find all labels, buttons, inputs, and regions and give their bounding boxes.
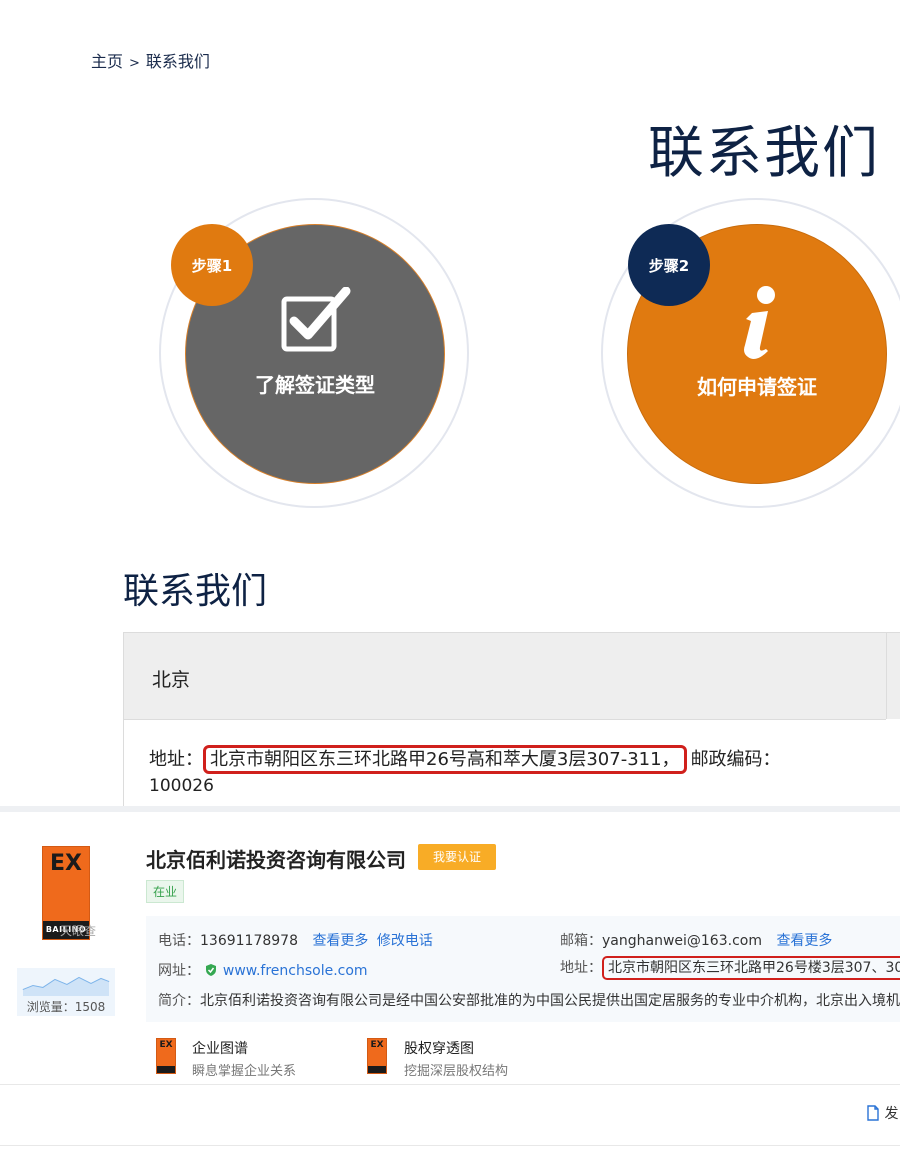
checkbox-icon	[281, 287, 351, 352]
enterprise-graph-icon: EX	[156, 1038, 176, 1074]
email-value: yanghanwei@163.com	[602, 933, 762, 949]
shield-check-icon	[206, 964, 217, 976]
company-address-label: 地址：	[560, 960, 602, 976]
phone-more-link[interactable]: 查看更多	[312, 933, 368, 949]
contact-section-title: 联系我们	[123, 571, 268, 612]
phone-edit-link[interactable]: 修改电话	[377, 933, 433, 949]
phone-value: 13691178978	[200, 933, 298, 949]
breadcrumb-separator: >	[129, 56, 140, 71]
company-info-panel: 电话：13691178978 查看更多 修改电话 邮箱：yanghanwei@1…	[146, 916, 900, 1022]
step-1-label: 了解签证类型	[255, 373, 375, 397]
enterprise-graph-subtitle: 瞬息掌握企业关系	[192, 1064, 297, 1079]
step-1-badge: 步骤1	[171, 224, 253, 306]
intro-row: 简介：北京佰利诺投资咨询有限公司是经中国公安部批准的为中国公民提供出国定居服务的…	[158, 990, 900, 1010]
city-name: 北京	[152, 669, 191, 691]
address-row: 地址： 北京市朝阳区东三环北路甲26号楼3层307、308	[560, 956, 900, 980]
views-sparkline	[22, 976, 110, 996]
equity-chart-icon: EX	[367, 1038, 387, 1074]
website-link[interactable]: www.frenchsole.com	[223, 963, 368, 979]
document-icon	[867, 1105, 879, 1121]
card-action-bar: 发	[0, 1084, 900, 1146]
address-highlight: 北京市朝阳区东三环北路甲26号高和萃大厦3层307-311，	[203, 745, 687, 774]
breadcrumb-home-link[interactable]: 主页	[91, 52, 123, 71]
page-title: 联系我们	[648, 121, 880, 186]
logo-text: EX	[50, 851, 82, 876]
company-name: 北京佰利诺投资咨询有限公司	[146, 848, 406, 872]
website-row: 网址： www.frenchsole.com	[158, 960, 368, 980]
contact-table-header-cell	[886, 633, 900, 719]
address-line: 地址： 北京市朝阳区东三环北路甲26号高和萃大厦3层307-311， 邮政编码：	[149, 745, 781, 774]
views-label: 浏览量：	[26, 1000, 75, 1014]
contact-table: 北京 地址： 北京市朝阳区东三环北路甲26号高和萃大厦3层307-311， 邮政编码…	[123, 632, 900, 814]
email-row: 邮箱：yanghanwei@163.com 查看更多	[560, 930, 832, 950]
equity-chart-link[interactable]: 股权穿透图	[404, 1038, 474, 1058]
step-2-label: 如何申请签证	[697, 375, 817, 399]
info-icon	[744, 286, 775, 359]
breadcrumb-current: 联系我们	[145, 52, 210, 71]
views-value: 1508	[74, 1000, 106, 1014]
postcode-label: 邮政编码：	[690, 749, 781, 770]
verify-button[interactable]: 我要认证	[418, 844, 496, 870]
breadcrumb: 主页 > 联系我们	[91, 48, 210, 72]
postcode-value: 100026	[149, 776, 214, 796]
status-badge: 在业	[146, 880, 185, 903]
intro-label: 简介：	[158, 993, 200, 1009]
phone-row: 电话：13691178978 查看更多 修改电话	[158, 930, 433, 950]
report-label: 发	[884, 1106, 899, 1122]
phone-label: 电话：	[158, 933, 200, 949]
enterprise-graph-link[interactable]: 企业图谱	[192, 1038, 248, 1058]
company-address-highlight: 北京市朝阳区东三环北路甲26号楼3层307、308	[602, 956, 900, 980]
equity-chart-subtitle: 挖掘深层股权结构	[404, 1064, 509, 1079]
views-count: 浏览量：1508	[17, 998, 115, 1015]
email-label: 邮箱：	[560, 933, 602, 949]
intro-text: 北京佰利诺投资咨询有限公司是经中国公安部批准的为中国公民提供出国定居服务的专业中…	[200, 993, 900, 1009]
step-2-badge: 步骤2	[628, 224, 710, 306]
company-card: EX BAILINO 天眼查 浏览量：1508 北京佰利诺投资咨询有限公司 我要…	[0, 806, 900, 1158]
website-label: 网址：	[158, 963, 200, 979]
watermark: 天眼查	[60, 924, 97, 938]
contact-table-header: 北京	[124, 633, 886, 720]
views-sparkline-box: 浏览量：1508	[17, 968, 115, 1016]
email-more-link[interactable]: 查看更多	[776, 933, 832, 949]
report-button[interactable]: 发	[866, 1103, 898, 1123]
address-label: 地址：	[149, 749, 203, 770]
